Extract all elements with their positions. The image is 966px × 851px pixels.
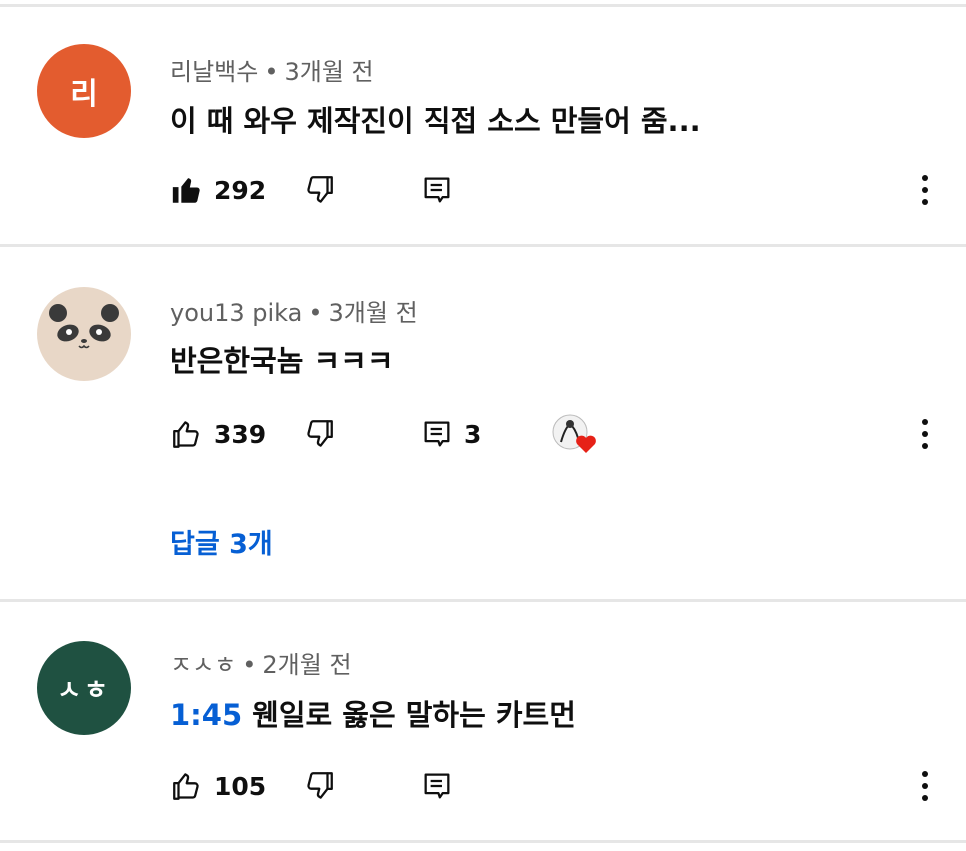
more-options-icon[interactable] (915, 172, 935, 208)
dislike-button[interactable] (302, 414, 336, 454)
reply-count: 3 (464, 419, 482, 449)
comment-time: 2개월 전 (262, 651, 352, 679)
divider (0, 840, 966, 843)
like-button[interactable]: 105 (170, 766, 266, 806)
timestamp-link[interactable]: 1:45 (170, 698, 242, 732)
comment-icon (420, 417, 454, 451)
comment-meta: you13 pika • 3개월 전 (170, 293, 418, 328)
creator-heart-icon (552, 412, 600, 456)
like-count: 339 (214, 419, 267, 449)
divider (0, 244, 966, 247)
like-button[interactable]: 339 (170, 414, 266, 454)
like-button[interactable]: 292 (170, 170, 266, 210)
comment-text-content: 이 때 와우 제작진이 직접 소스 만들어 줌... (170, 104, 701, 138)
comment-text: 이 때 와우 제작진이 직접 소스 만들어 줌... (170, 98, 701, 140)
comment-actions: 292 (170, 170, 950, 210)
avatar[interactable]: 리 (37, 44, 131, 138)
comment-icon (420, 173, 454, 207)
avatar[interactable] (37, 287, 131, 381)
thumbs-down-icon (302, 417, 336, 451)
panda-icon (37, 287, 131, 381)
avatar-letter: 리 (70, 77, 98, 112)
avatar-letter: ㅅㅎ (57, 675, 111, 706)
more-options-icon[interactable] (915, 768, 935, 804)
comment-text-content: 반은한국놈 ㅋㅋㅋ (170, 344, 394, 378)
reply-button[interactable] (420, 170, 454, 210)
thumbs-up-filled-icon (170, 173, 204, 207)
dislike-button[interactable] (302, 170, 336, 210)
thumbs-up-icon (170, 769, 204, 803)
thumbs-up-icon (170, 417, 204, 451)
more-options-icon[interactable] (915, 416, 935, 452)
comment-icon (420, 769, 454, 803)
like-count: 292 (214, 175, 267, 205)
thumbs-down-icon (302, 769, 336, 803)
comment-meta: 리날백수 • 3개월 전 (170, 52, 374, 87)
separator-dot: • (308, 299, 323, 327)
author-name[interactable]: you13 pika (170, 299, 302, 327)
author-name[interactable]: 리날백수 (170, 58, 258, 86)
like-count: 105 (214, 771, 267, 801)
reply-button[interactable] (420, 766, 454, 806)
comment-meta: ㅈㅅㅎ • 2개월 전 (170, 645, 352, 680)
thumbs-down-icon (302, 173, 336, 207)
comment-actions: 105 (170, 766, 950, 806)
comment-text: 1:45 웬일로 옳은 말하는 카트먼 (170, 692, 576, 734)
divider (0, 599, 966, 602)
comment-text-content: 웬일로 옳은 말하는 카트먼 (252, 698, 576, 732)
view-replies-link[interactable]: 답글 3개 (170, 522, 273, 561)
dislike-button[interactable] (302, 766, 336, 806)
author-name[interactable]: ㅈㅅㅎ (170, 651, 236, 679)
reply-button[interactable]: 3 (420, 414, 481, 454)
divider (0, 4, 966, 7)
comment-time: 3개월 전 (284, 58, 374, 86)
separator-dot: • (264, 58, 279, 86)
comment-time: 3개월 전 (328, 299, 418, 327)
comment-text: 반은한국놈 ㅋㅋㅋ (170, 338, 394, 380)
comment-actions: 339 3 (170, 414, 950, 454)
avatar[interactable]: ㅅㅎ (37, 641, 131, 735)
creator-heart-badge (552, 414, 600, 454)
separator-dot: • (242, 651, 257, 679)
